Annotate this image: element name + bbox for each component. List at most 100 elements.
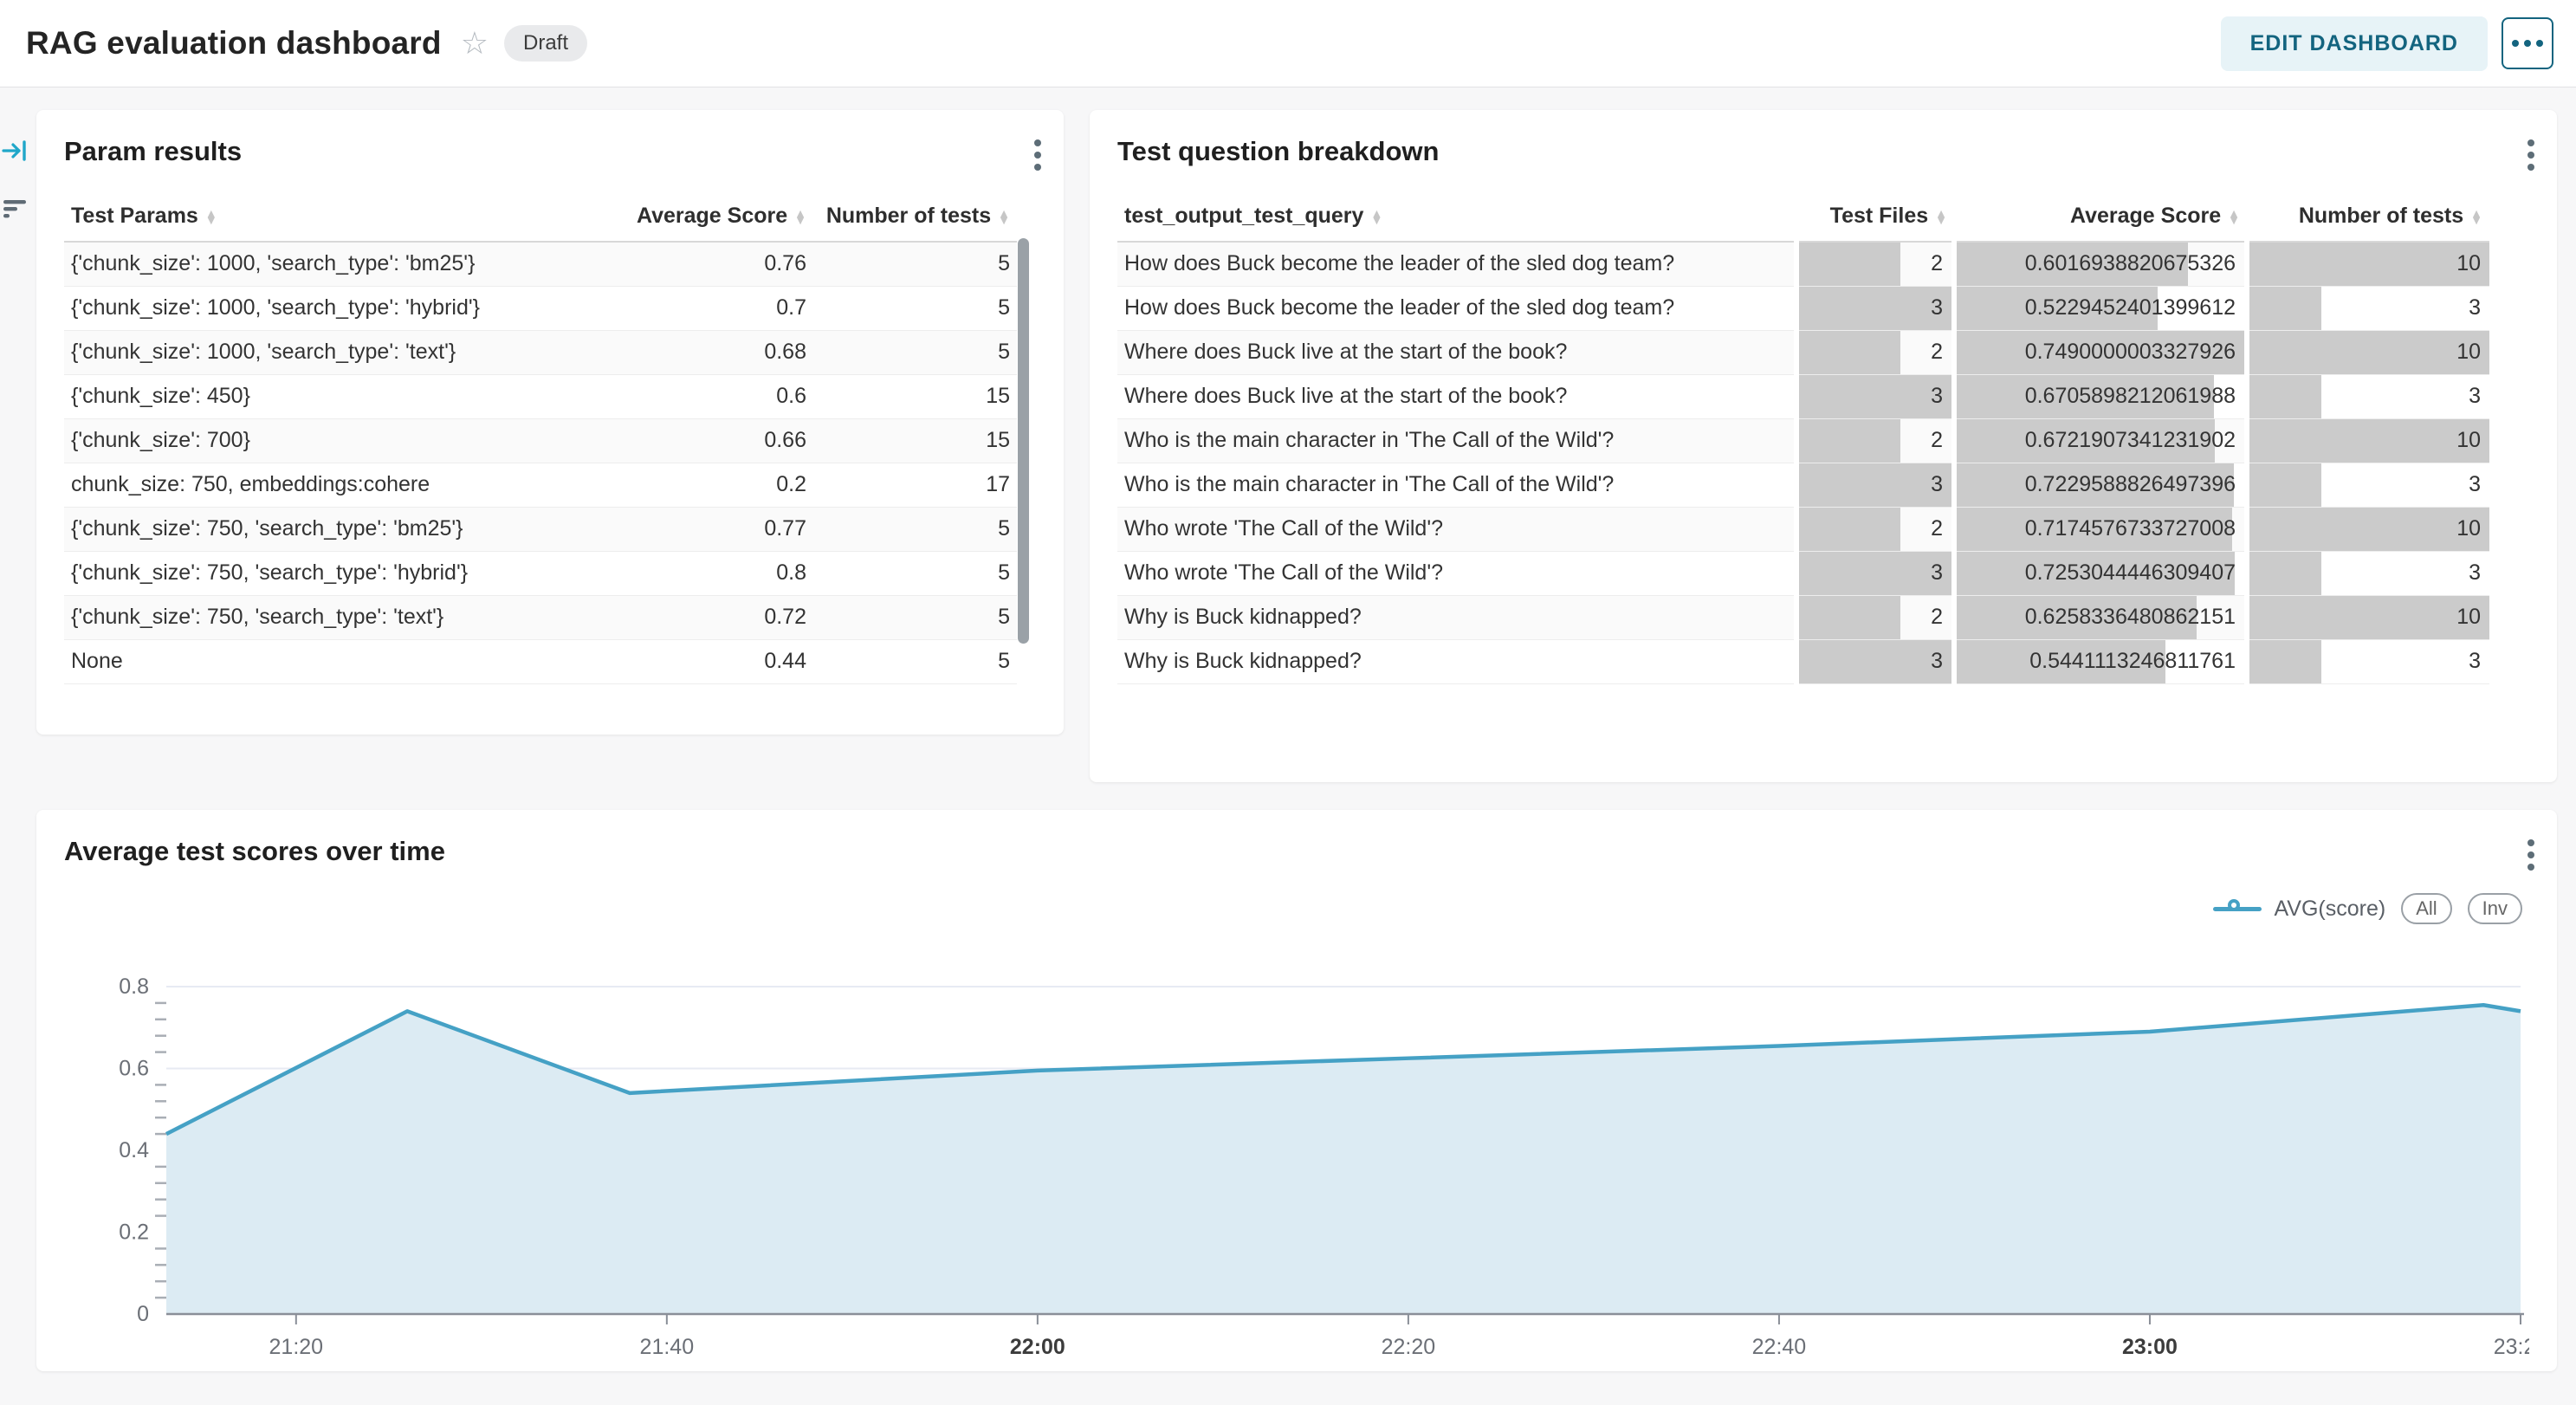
bar-cell: 3 xyxy=(1796,374,1954,418)
expand-filter-bar-icon[interactable] xyxy=(2,138,28,164)
table-row: Why is Buck kidnapped? 3 0.5441113246811… xyxy=(1117,639,2489,683)
status-badge: Draft xyxy=(504,25,587,62)
bar-cell: 3 xyxy=(1796,463,1954,507)
avg-scores-chart-card: Average test scores over time AVG(score)… xyxy=(36,810,2557,1371)
bar-cell: 3 xyxy=(2247,551,2489,595)
bar-cell: 0.7174576733727008 xyxy=(1954,507,2247,551)
table-row: Where does Buck live at the start of the… xyxy=(1117,330,2489,374)
area-chart: 00.20.40.60.821:2021:4022:0022:2022:4023… xyxy=(64,961,2529,1372)
card-title: Param results xyxy=(64,136,1036,167)
dashboard-body: Param results Test Params▲▼Average Score… xyxy=(0,87,2576,1405)
star-icon[interactable]: ☆ xyxy=(461,28,489,59)
test-question-breakdown-card: Test question breakdown test_output_test… xyxy=(1090,110,2557,782)
svg-text:22:20: 22:20 xyxy=(1382,1335,1436,1359)
bar-cell: 0.6016938820675326 xyxy=(1954,242,2247,286)
dashboard-header: RAG evaluation dashboard ☆ Draft EDIT DA… xyxy=(0,0,2576,87)
sort-carets-icon: ▲▼ xyxy=(1935,210,1947,224)
sort-carets-icon: ▲▼ xyxy=(1370,210,1382,224)
legend-series-label[interactable]: AVG(score) xyxy=(2274,897,2385,922)
bar-cell: 0.7490000003327926 xyxy=(1954,330,2247,374)
table-row: {'chunk_size': 1000, 'search_type': 'bm2… xyxy=(64,242,1017,286)
table-row: chunk_size: 750, embeddings:cohere 0.2 1… xyxy=(64,463,1017,507)
column-header[interactable]: test_output_test_query▲▼ xyxy=(1117,188,1796,242)
bar-cell: 2 xyxy=(1796,595,1954,639)
bar-cell: 0.6721907341231902 xyxy=(1954,418,2247,463)
svg-text:21:40: 21:40 xyxy=(640,1335,695,1359)
table-row: Why is Buck kidnapped? 2 0.6258336480862… xyxy=(1117,595,2489,639)
more-options-button[interactable] xyxy=(2502,17,2553,69)
table-row: Who wrote 'The Call of the Wild'? 2 0.71… xyxy=(1117,507,2489,551)
card-title: Average test scores over time xyxy=(64,836,2529,867)
svg-text:0.2: 0.2 xyxy=(119,1220,149,1245)
bar-cell: 0.6705898212061988 xyxy=(1954,374,2247,418)
svg-text:22:40: 22:40 xyxy=(1752,1335,1807,1359)
table-row: {'chunk_size': 450} 0.6 15 xyxy=(64,374,1017,418)
dashboard-grid: Param results Test Params▲▼Average Score… xyxy=(29,87,2576,1405)
svg-text:22:00: 22:00 xyxy=(1010,1335,1065,1359)
bar-cell: 0.6258336480862151 xyxy=(1954,595,2247,639)
bar-cell: 3 xyxy=(2247,286,2489,330)
legend-series-marker-icon[interactable] xyxy=(2213,899,2262,918)
param-results-card: Param results Test Params▲▼Average Score… xyxy=(36,110,1064,735)
column-header[interactable]: Test Params▲▼ xyxy=(64,188,597,242)
table-row: {'chunk_size': 1000, 'search_type': 'tex… xyxy=(64,330,1017,374)
page-title: RAG evaluation dashboard xyxy=(26,25,442,62)
column-header[interactable]: Average Score▲▼ xyxy=(597,188,813,242)
bar-cell: 3 xyxy=(1796,551,1954,595)
filter-icon[interactable] xyxy=(3,198,27,221)
vertical-scrollbar[interactable] xyxy=(1018,238,1029,644)
bar-cell: 3 xyxy=(1796,639,1954,683)
column-header[interactable]: Number of tests▲▼ xyxy=(813,188,1017,242)
svg-text:0.4: 0.4 xyxy=(119,1138,149,1162)
column-header[interactable]: Test Files▲▼ xyxy=(1796,188,1954,242)
sort-carets-icon: ▲▼ xyxy=(794,210,806,224)
svg-text:21:20: 21:20 xyxy=(269,1335,324,1359)
kebab-menu-icon[interactable] xyxy=(2527,839,2534,871)
sort-carets-icon: ▲▼ xyxy=(2228,210,2240,224)
table-row: How does Buck become the leader of the s… xyxy=(1117,286,2489,330)
table-row: {'chunk_size': 750, 'search_type': 'bm25… xyxy=(64,507,1017,551)
bar-cell: 2 xyxy=(1796,507,1954,551)
card-title: Test question breakdown xyxy=(1117,136,2529,167)
sort-carets-icon: ▲▼ xyxy=(2470,210,2482,224)
sort-carets-icon: ▲▼ xyxy=(205,210,217,224)
ellipsis-icon xyxy=(2524,40,2531,47)
svg-text:0.8: 0.8 xyxy=(119,974,149,999)
table-row: {'chunk_size': 700} 0.66 15 xyxy=(64,418,1017,463)
ellipsis-icon xyxy=(2536,40,2543,47)
svg-text:0: 0 xyxy=(137,1302,149,1326)
table-row: {'chunk_size': 750, 'search_type': 'text… xyxy=(64,595,1017,639)
bar-cell: 0.7253044446309407 xyxy=(1954,551,2247,595)
svg-text:23:20: 23:20 xyxy=(2494,1335,2529,1359)
edit-dashboard-button[interactable]: EDIT DASHBOARD xyxy=(2221,16,2488,71)
column-header[interactable]: Number of tests▲▼ xyxy=(2247,188,2489,242)
bar-cell: 10 xyxy=(2247,418,2489,463)
bar-cell: 10 xyxy=(2247,330,2489,374)
table-row: {'chunk_size': 750, 'search_type': 'hybr… xyxy=(64,551,1017,595)
table-header-row: test_output_test_query▲▼Test Files▲▼Aver… xyxy=(1117,188,2489,242)
ellipsis-icon xyxy=(2512,40,2519,47)
bar-cell: 3 xyxy=(2247,463,2489,507)
bar-cell: 2 xyxy=(1796,330,1954,374)
table-row: Who is the main character in 'The Call o… xyxy=(1117,463,2489,507)
column-header[interactable]: Average Score▲▼ xyxy=(1954,188,2247,242)
bar-cell: 0.5441113246811761 xyxy=(1954,639,2247,683)
bar-cell: 10 xyxy=(2247,595,2489,639)
svg-text:23:00: 23:00 xyxy=(2122,1335,2178,1359)
kebab-menu-icon[interactable] xyxy=(1034,139,1041,171)
legend-select-all-button[interactable]: All xyxy=(2401,893,2451,924)
table-row: Who wrote 'The Call of the Wild'? 3 0.72… xyxy=(1117,551,2489,595)
filter-bar-rail xyxy=(0,87,29,1405)
table-row: None 0.44 5 xyxy=(64,639,1017,683)
bar-cell: 0.7229588826497396 xyxy=(1954,463,2247,507)
sort-carets-icon: ▲▼ xyxy=(998,210,1010,224)
chart-legend: AVG(score) All Inv xyxy=(2213,893,2522,924)
bar-cell: 10 xyxy=(2247,242,2489,286)
table-row: {'chunk_size': 1000, 'search_type': 'hyb… xyxy=(64,286,1017,330)
header-actions: EDIT DASHBOARD xyxy=(2221,16,2553,71)
test-question-breakdown-table: test_output_test_query▲▼Test Files▲▼Aver… xyxy=(1117,188,2489,684)
legend-invert-button[interactable]: Inv xyxy=(2468,893,2522,924)
table-header-row: Test Params▲▼Average Score▲▼Number of te… xyxy=(64,188,1017,242)
bar-cell: 10 xyxy=(2247,507,2489,551)
kebab-menu-icon[interactable] xyxy=(2527,139,2534,171)
